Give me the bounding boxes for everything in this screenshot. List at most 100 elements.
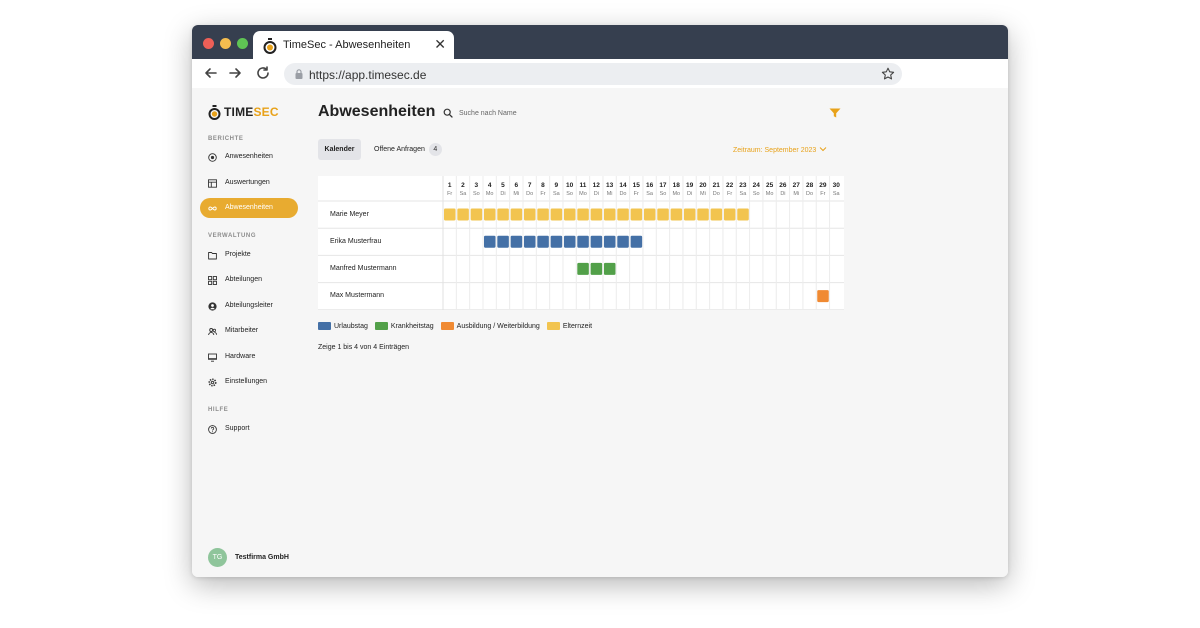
sidebar-item-abwesenheiten[interactable]: Abwesenheiten bbox=[200, 198, 298, 218]
main-panel: Abwesenheiten Suche nach Name Kalender O… bbox=[318, 88, 998, 577]
legend-label: Ausbildung / Weiterbildung bbox=[456, 322, 540, 330]
absence-bar-elternzeit bbox=[697, 208, 709, 221]
close-tab-icon[interactable]: ✕ bbox=[434, 36, 446, 52]
sidebar-item-label: Projekte bbox=[225, 251, 251, 258]
employee-name[interactable]: Manfred Mustermann bbox=[330, 265, 397, 272]
day-weekday: Di bbox=[687, 191, 692, 197]
employee-name[interactable]: Marie Meyer bbox=[330, 211, 369, 218]
absence-bar-urlaub bbox=[617, 235, 629, 248]
avatar: TG bbox=[208, 547, 227, 567]
absence-bar-urlaub bbox=[630, 235, 643, 248]
browser-titlebar: TimeSec - Abwesenheiten ✕ bbox=[192, 25, 1008, 59]
folder-icon bbox=[208, 252, 217, 260]
day-number: 5 bbox=[501, 182, 505, 189]
absence-bar-urlaub bbox=[563, 235, 576, 248]
sidebar-item-label: Anwesenheiten bbox=[225, 153, 273, 160]
search-field[interactable]: Suche nach Name bbox=[443, 108, 517, 118]
absence-bar-elternzeit bbox=[670, 208, 683, 221]
sidebar-item-mitarbeiter[interactable]: Mitarbeiter bbox=[200, 321, 298, 341]
close-window-button[interactable] bbox=[203, 38, 214, 49]
legend-label: Urlaubstag bbox=[334, 322, 368, 330]
day-weekday: Di bbox=[780, 191, 785, 197]
day-number: 27 bbox=[793, 182, 801, 189]
absence-bar-urlaub bbox=[497, 235, 509, 248]
stopwatch-icon bbox=[263, 38, 277, 54]
day-weekday: Mi bbox=[607, 191, 613, 197]
absence-bar-elternzeit bbox=[563, 208, 576, 221]
sidebar-item-support[interactable]: Support bbox=[200, 419, 298, 439]
sidebar-item-anwesenheiten[interactable]: Anwesenheiten bbox=[200, 147, 298, 167]
absence-bar-urlaub bbox=[510, 235, 523, 248]
sidebar-item-abteilungsleiter[interactable]: Abteilungsleiter bbox=[200, 296, 298, 316]
sidebar: TIMESEC BERICHTE Anwesenheiten Auswertun… bbox=[192, 88, 306, 577]
sidebar-item-label: Support bbox=[225, 425, 250, 432]
gear-icon bbox=[208, 378, 217, 387]
chevron-down-icon bbox=[819, 147, 827, 152]
tab-offene-anfragen[interactable]: Offene Anfragen 4 bbox=[374, 139, 442, 160]
grid-icon bbox=[208, 276, 217, 285]
back-arrow-icon[interactable] bbox=[202, 64, 220, 82]
sidebar-item-auswertungen[interactable]: Auswertungen bbox=[200, 173, 298, 193]
day-weekday: Sa bbox=[740, 191, 748, 197]
stopwatch-logo-icon bbox=[208, 104, 221, 120]
absence-bar-elternzeit bbox=[630, 208, 643, 221]
legend-item-krank: Krankheitstag bbox=[374, 322, 434, 330]
radio-icon bbox=[208, 153, 217, 162]
legend-label: Elternzeit bbox=[562, 322, 593, 330]
day-number: 16 bbox=[646, 182, 654, 189]
employee-name[interactable]: Max Mustermann bbox=[330, 292, 384, 299]
search-input[interactable]: Suche nach Name bbox=[459, 110, 517, 117]
entries-info: Zeige 1 bis 4 von 4 Einträgen bbox=[318, 344, 410, 351]
legend-item-elternzeit: Elternzeit bbox=[546, 322, 593, 330]
absence-bar-krank bbox=[577, 262, 589, 275]
forward-arrow-icon[interactable] bbox=[226, 64, 244, 82]
day-weekday: Di bbox=[594, 191, 599, 197]
calendar-grid: 1 Fr 2 Sa 3 So 4 Mo 5 Di 6 Mi 7 Do 8 Fr 9 Sa 10 So 11 Mo 12 Di 1… bbox=[318, 176, 844, 310]
day-weekday: Di bbox=[500, 191, 505, 197]
browser-tab[interactable]: TimeSec - Abwesenheiten ✕ bbox=[253, 31, 454, 59]
sidebar-item-abteilungen[interactable]: Abteilungen bbox=[200, 270, 298, 290]
absence-bar-urlaub bbox=[590, 235, 603, 248]
day-weekday: So bbox=[660, 191, 667, 197]
bookmark-star-icon[interactable] bbox=[881, 67, 895, 81]
day-number: 28 bbox=[806, 182, 814, 189]
section-hilfe: HILFE bbox=[208, 407, 229, 413]
sidebar-item-hardware[interactable]: Hardware bbox=[200, 347, 298, 367]
day-number: 21 bbox=[713, 182, 721, 189]
tab-kalender[interactable]: Kalender bbox=[318, 139, 361, 160]
day-number: 20 bbox=[699, 182, 707, 189]
zeitraum-dropdown[interactable]: Zeitraum: September 2023 bbox=[733, 146, 827, 154]
section-verwaltung: VERWALTUNG bbox=[208, 233, 257, 239]
sidebar-item-einstellungen[interactable]: Einstellungen bbox=[200, 372, 298, 392]
absence-bar-elternzeit bbox=[483, 208, 496, 221]
day-weekday: Do bbox=[619, 191, 626, 197]
day-weekday: Mo bbox=[672, 191, 680, 197]
company-switcher[interactable]: TG Testfirma GmbH bbox=[208, 547, 289, 567]
filter-icon[interactable] bbox=[829, 108, 841, 118]
reload-icon[interactable] bbox=[254, 64, 272, 82]
sidebar-item-projekte[interactable]: Projekte bbox=[200, 245, 298, 265]
absence-bar-urlaub bbox=[550, 235, 563, 248]
legend-swatch bbox=[546, 322, 560, 330]
day-number: 10 bbox=[566, 182, 574, 189]
day-number: 7 bbox=[528, 182, 532, 189]
employee-name[interactable]: Erika Musterfrau bbox=[330, 238, 381, 245]
day-number: 11 bbox=[580, 182, 587, 189]
day-weekday: Mi bbox=[700, 191, 706, 197]
day-weekday: Do bbox=[806, 191, 813, 197]
page-title: Abwesenheiten bbox=[318, 103, 436, 120]
day-weekday: So bbox=[753, 191, 760, 197]
timesec-logo[interactable]: TIMESEC bbox=[208, 104, 279, 120]
absence-bar-elternzeit bbox=[550, 208, 563, 221]
legend-swatch bbox=[374, 322, 388, 330]
absence-bar-elternzeit bbox=[457, 208, 469, 221]
table-icon bbox=[208, 179, 217, 188]
day-number: 17 bbox=[659, 182, 667, 189]
maximize-window-button[interactable] bbox=[237, 38, 248, 49]
absence-bar-urlaub bbox=[603, 235, 616, 248]
sidebar-item-label: Abwesenheiten bbox=[225, 204, 273, 211]
absence-bar-elternzeit bbox=[617, 208, 629, 221]
minimize-window-button[interactable] bbox=[220, 38, 231, 49]
address-bar[interactable]: https://app.timesec.de bbox=[284, 63, 902, 85]
day-number: 19 bbox=[686, 182, 694, 189]
